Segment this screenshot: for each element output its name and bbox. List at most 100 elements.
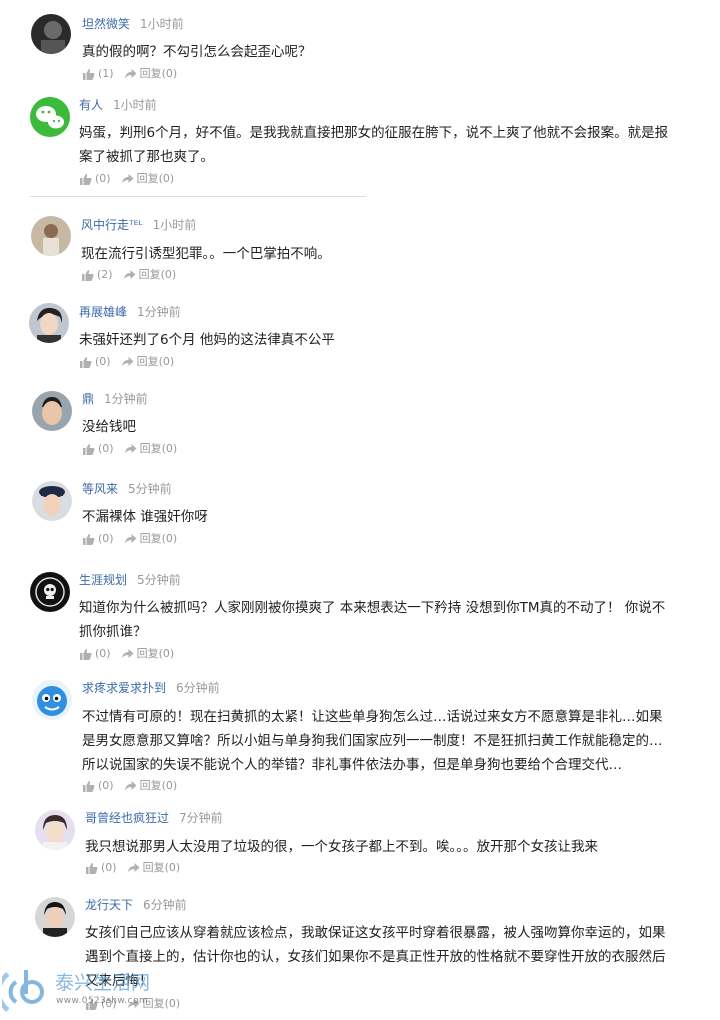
- like-button[interactable]: (0): [82, 532, 114, 546]
- username-link[interactable]: 生涯规划: [79, 573, 127, 587]
- comment-meta: 坦然微笑 1小时前: [82, 16, 184, 32]
- thumbs-up-icon: [80, 174, 92, 185]
- section-divider: [30, 196, 366, 197]
- comment-text: 不漏裸体 谁强奸你呀: [82, 509, 208, 525]
- reply-button[interactable]: 回复(0): [127, 861, 180, 875]
- reply-label: 回复(0): [138, 268, 177, 281]
- avatar[interactable]: [31, 14, 71, 54]
- reply-arrow-icon: [123, 270, 136, 279]
- avatar[interactable]: [31, 216, 71, 256]
- like-button[interactable]: (0): [79, 355, 111, 369]
- reply-arrow-icon: [127, 863, 140, 872]
- comment-actions: (0) 回复(0): [79, 355, 174, 369]
- like-button[interactable]: (2): [81, 268, 113, 282]
- reply-button[interactable]: 回复(0): [124, 442, 178, 456]
- thumbs-up-icon: [83, 534, 95, 545]
- avatar[interactable]: [30, 97, 70, 137]
- comment-actions: (0) 回复(0): [82, 442, 177, 456]
- avatar[interactable]: [32, 680, 72, 720]
- thumbs-up-icon: [83, 444, 95, 455]
- comment-meta: 生涯规划 5分钟前: [79, 572, 181, 588]
- reply-button[interactable]: 回复(0): [124, 67, 178, 81]
- username-link[interactable]: 鼎: [82, 392, 94, 406]
- comment-text: 现在流行引诱型犯罪。。一个巴掌拍不响。: [81, 246, 331, 262]
- timestamp: 6分钟前: [176, 681, 220, 695]
- username-link[interactable]: 龙行天下: [85, 898, 133, 912]
- reply-button[interactable]: 回复(0): [121, 647, 175, 661]
- like-button[interactable]: (0): [79, 647, 111, 661]
- thumbs-up-icon: [82, 270, 94, 281]
- comment-meta: 鼎 1分钟前: [82, 391, 148, 407]
- reply-label: 回复(0): [136, 172, 175, 185]
- reply-button[interactable]: 回复(0): [124, 532, 178, 546]
- timestamp: 1小时前: [113, 98, 157, 112]
- comment-text: 没给钱吧: [82, 419, 136, 435]
- thumbs-up-icon: [80, 357, 92, 368]
- username-link[interactable]: 求疼求爱求扑到: [82, 681, 166, 695]
- username-link[interactable]: 风中行走ᵀᴱᴸ: [81, 218, 143, 232]
- comment-text: 知道你为什么被抓吗？人家刚刚被你摸爽了 本来想表达一下矜持 没想到你TM真的不动…: [79, 600, 666, 640]
- comment-meta: 有人 1小时前: [79, 97, 157, 113]
- reply-arrow-icon: [124, 781, 137, 790]
- reply-label: 回复(0): [139, 532, 178, 545]
- like-count: (0): [95, 355, 111, 368]
- thumbs-up-icon: [83, 781, 95, 792]
- reply-arrow-icon: [124, 69, 137, 78]
- reply-arrow-icon: [124, 444, 137, 453]
- timestamp: 5分钟前: [128, 482, 172, 496]
- like-button[interactable]: (0): [82, 779, 114, 793]
- reply-arrow-icon: [124, 534, 137, 543]
- like-count: (0): [98, 779, 114, 792]
- thumbs-up-icon: [86, 863, 98, 874]
- username-link[interactable]: 哥曾经也疯狂过: [85, 811, 169, 825]
- timestamp: 5分钟前: [137, 573, 181, 587]
- like-count: (2): [97, 268, 113, 281]
- avatar[interactable]: [32, 391, 72, 431]
- like-button[interactable]: (0): [79, 172, 111, 186]
- like-button[interactable]: (1): [82, 67, 114, 81]
- comment-meta: 哥曾经也疯狂过 7分钟前: [85, 810, 223, 826]
- comment-actions: (0) 回复(0): [82, 532, 177, 546]
- reply-arrow-icon: [121, 649, 134, 658]
- like-button[interactable]: (0): [85, 861, 117, 875]
- like-button[interactable]: (0): [82, 442, 114, 456]
- like-count: (0): [101, 861, 117, 874]
- username-link[interactable]: 等风来: [82, 482, 118, 496]
- avatar[interactable]: [30, 572, 70, 612]
- reply-arrow-icon: [121, 357, 134, 366]
- reply-button[interactable]: 回复(0): [123, 268, 177, 282]
- comment-meta: 等风来 5分钟前: [82, 481, 172, 497]
- thumbs-up-icon: [83, 69, 95, 80]
- avatar[interactable]: [32, 481, 72, 521]
- comment-meta: 风中行走ᵀᴱᴸ 1小时前: [81, 217, 196, 233]
- thumbs-up-icon: [80, 649, 92, 660]
- reply-label: 回复(0): [139, 779, 178, 792]
- like-count: (0): [95, 172, 111, 185]
- avatar[interactable]: [35, 897, 75, 937]
- comment-meta: 求疼求爱求扑到 6分钟前: [82, 680, 220, 696]
- reply-label: 回复(0): [139, 442, 178, 455]
- like-count: (0): [98, 532, 114, 545]
- username-link[interactable]: 坦然微笑: [82, 17, 130, 31]
- timestamp: 7分钟前: [179, 811, 223, 825]
- reply-button[interactable]: 回复(0): [121, 355, 175, 369]
- comment-actions: (1) 回复(0): [82, 67, 177, 81]
- comment-text: 妈蛋，判刑6个月，好不值。是我我就直接把那女的征服在胯下，说不上爽了他就不会报案…: [79, 125, 669, 165]
- like-count: (0): [98, 442, 114, 455]
- site-watermark: 泰兴生活网 www.0523shw.com: [0, 962, 200, 1020]
- reply-button[interactable]: 回复(0): [121, 172, 175, 186]
- watermark-url: www.0523shw.com: [56, 996, 149, 1006]
- comment-actions: (0) 回复(0): [79, 647, 174, 661]
- reply-label: 回复(0): [136, 647, 175, 660]
- watermark-site-name: 泰兴生活网: [55, 972, 151, 994]
- reply-label: 回复(0): [136, 355, 175, 368]
- avatar[interactable]: [35, 810, 75, 850]
- reply-label: 回复(0): [139, 67, 178, 80]
- avatar[interactable]: [29, 303, 69, 343]
- comment-text: 不过情有可原的！现在扫黄抓的太紧！让这些单身狗怎么过…话说过来女方不愿意算是非礼…: [82, 709, 663, 773]
- comment-actions: (2) 回复(0): [81, 268, 176, 282]
- like-count: (0): [95, 647, 111, 660]
- username-link[interactable]: 再展雄峰: [79, 305, 127, 319]
- username-link[interactable]: 有人: [79, 98, 103, 112]
- reply-button[interactable]: 回复(0): [124, 779, 178, 793]
